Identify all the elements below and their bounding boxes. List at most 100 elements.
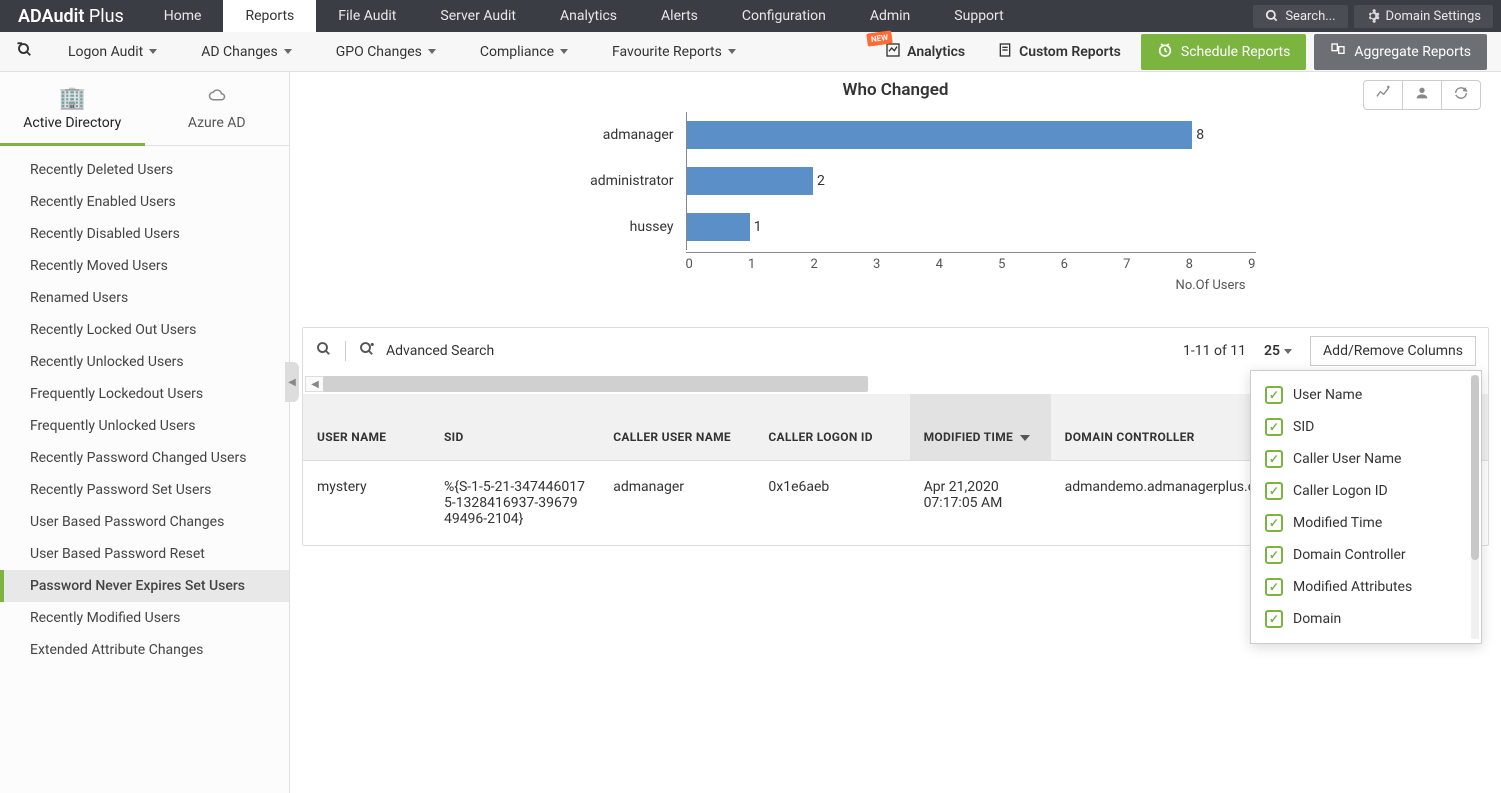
- caret-down-icon: [560, 49, 568, 54]
- sidebar-item[interactable]: Frequently Lockedout Users: [0, 378, 289, 410]
- col-header[interactable]: SID: [430, 394, 599, 461]
- sidebar-item[interactable]: User Based Password Changes: [0, 506, 289, 538]
- add-remove-columns-button[interactable]: Add/Remove Columns: [1310, 336, 1476, 366]
- main-content: Who Changed admanager8administrator2huss…: [290, 72, 1501, 793]
- topnav-configuration[interactable]: Configuration: [720, 0, 848, 32]
- column-option[interactable]: ✓SID: [1259, 411, 1469, 443]
- chart-refresh-icon[interactable]: [1441, 81, 1480, 109]
- sidebar-item[interactable]: Recently Locked Out Users: [0, 314, 289, 346]
- checkbox-checked-icon: ✓: [1265, 514, 1283, 532]
- chart-toolbar: [1363, 80, 1481, 110]
- dropdown-scroll-thumb[interactable]: [1471, 375, 1479, 560]
- caret-down-icon: [728, 49, 736, 54]
- column-option[interactable]: ✓Caller User Name: [1259, 443, 1469, 475]
- domain-settings-label: Domain Settings: [1386, 9, 1481, 24]
- advanced-search-label[interactable]: Advanced Search: [386, 343, 494, 359]
- tab-active-directory[interactable]: 🏢 Active Directory: [0, 72, 145, 146]
- aggregate-icon: [1330, 42, 1346, 62]
- table-search-icon[interactable]: [315, 340, 333, 362]
- sub-nav: Logon AuditAD ChangesGPO ChangesComplian…: [0, 32, 1501, 72]
- divider: [345, 341, 346, 361]
- column-option[interactable]: ✓Modified Time: [1259, 507, 1469, 539]
- sidebar-item[interactable]: Recently Deleted Users: [0, 154, 289, 186]
- chart-add-icon[interactable]: [1364, 81, 1402, 109]
- table-panel: Advanced Search 1-11 of 11 25 Add/Remove…: [302, 327, 1489, 546]
- search-button[interactable]: Search...: [1253, 5, 1347, 28]
- topnav-support[interactable]: Support: [932, 0, 1025, 32]
- sidebar-item[interactable]: Recently Disabled Users: [0, 218, 289, 250]
- topnav-analytics[interactable]: Analytics: [538, 0, 639, 32]
- sidebar-item[interactable]: Recently Password Set Users: [0, 474, 289, 506]
- sidebar-item[interactable]: Frequently Unlocked Users: [0, 410, 289, 442]
- clock-icon: [1157, 42, 1173, 62]
- analytics-button[interactable]: NEW Analytics: [873, 38, 977, 66]
- topnav-alerts[interactable]: Alerts: [639, 0, 720, 32]
- checkbox-checked-icon: ✓: [1265, 546, 1283, 564]
- chart-bar[interactable]: [687, 167, 813, 195]
- gear-icon: [1366, 9, 1380, 23]
- custom-reports-button[interactable]: Custom Reports: [985, 38, 1133, 66]
- aggregate-reports-button[interactable]: Aggregate Reports: [1314, 34, 1487, 70]
- domain-settings-button[interactable]: Domain Settings: [1354, 5, 1493, 28]
- analytics-icon: [885, 42, 901, 62]
- caret-down-icon: [428, 49, 436, 54]
- subnav-logon-audit[interactable]: Logon Audit: [46, 32, 179, 72]
- new-badge: NEW: [866, 30, 893, 46]
- caret-down-icon: [1284, 349, 1292, 354]
- col-header[interactable]: USER NAME: [303, 394, 430, 461]
- bar-label: admanager: [536, 127, 686, 143]
- cloud-icon: [153, 86, 282, 111]
- sidebar-item[interactable]: Recently Moved Users: [0, 250, 289, 282]
- schedule-reports-button[interactable]: Schedule Reports: [1141, 34, 1306, 70]
- column-option[interactable]: ✓Modified Attributes: [1259, 571, 1469, 603]
- top-nav: ADAudit Plus HomeReportsFile AuditServer…: [0, 0, 1501, 32]
- subnav-ad-changes[interactable]: AD Changes: [179, 32, 313, 72]
- sidebar-item[interactable]: User Based Password Reset: [0, 538, 289, 570]
- chart-bar[interactable]: [687, 121, 1193, 149]
- column-option[interactable]: ✓User Name: [1259, 379, 1469, 411]
- chart-user-icon[interactable]: [1402, 81, 1441, 109]
- sidebar-item[interactable]: Recently Password Changed Users: [0, 442, 289, 474]
- tab-azure-ad[interactable]: Azure AD: [145, 72, 290, 146]
- sidebar-item[interactable]: Recently Modified Users: [0, 602, 289, 634]
- col-header[interactable]: CALLER LOGON ID: [754, 394, 909, 461]
- column-option[interactable]: ✓Caller Logon ID: [1259, 475, 1469, 507]
- checkbox-checked-icon: ✓: [1265, 450, 1283, 468]
- page-size-select[interactable]: 25: [1264, 343, 1292, 359]
- search-filter-icon[interactable]: [4, 41, 46, 63]
- chart-title: Who Changed: [312, 80, 1479, 100]
- topnav-admin[interactable]: Admin: [848, 0, 932, 32]
- sidebar-item[interactable]: Renamed Users: [0, 282, 289, 314]
- search-icon: [1265, 9, 1279, 23]
- sidebar-item[interactable]: Extended Attribute Changes: [0, 634, 289, 666]
- col-header[interactable]: MODIFIED TIME: [910, 394, 1051, 461]
- subnav-gpo-changes[interactable]: GPO Changes: [314, 32, 458, 72]
- scroll-thumb[interactable]: [323, 376, 868, 392]
- topnav-server-audit[interactable]: Server Audit: [418, 0, 538, 32]
- checkbox-checked-icon: ✓: [1265, 386, 1283, 404]
- sidebar-item[interactable]: Recently Unlocked Users: [0, 346, 289, 378]
- caret-down-icon: [149, 49, 157, 54]
- subnav-favourite-reports[interactable]: Favourite Reports: [590, 32, 758, 72]
- columns-dropdown: ✓User Name✓SID✓Caller User Name✓Caller L…: [1250, 370, 1482, 644]
- col-header[interactable]: CALLER USER NAME: [599, 394, 754, 461]
- topnav-file-audit[interactable]: File Audit: [316, 0, 418, 32]
- scroll-left-button[interactable]: ◀: [305, 376, 325, 392]
- search-label: Search...: [1285, 9, 1335, 24]
- report-icon: [997, 42, 1013, 62]
- chart-bar[interactable]: [687, 213, 750, 241]
- sidebar-item[interactable]: Recently Enabled Users: [0, 186, 289, 218]
- checkbox-checked-icon: ✓: [1265, 482, 1283, 500]
- chart-x-axis: 0123456789: [686, 252, 1256, 272]
- topnav-home[interactable]: Home: [142, 0, 224, 32]
- checkbox-checked-icon: ✓: [1265, 610, 1283, 628]
- bar-value: 2: [817, 173, 825, 189]
- column-option[interactable]: ✓Domain Controller: [1259, 539, 1469, 571]
- bar-label: administrator: [536, 173, 686, 189]
- caret-down-icon: [284, 49, 292, 54]
- column-option[interactable]: ✓Domain: [1259, 603, 1469, 635]
- advanced-search-icon[interactable]: [358, 340, 376, 362]
- subnav-compliance[interactable]: Compliance: [458, 32, 590, 72]
- topnav-reports[interactable]: Reports: [223, 0, 316, 32]
- sidebar-item[interactable]: Password Never Expires Set Users: [0, 570, 289, 602]
